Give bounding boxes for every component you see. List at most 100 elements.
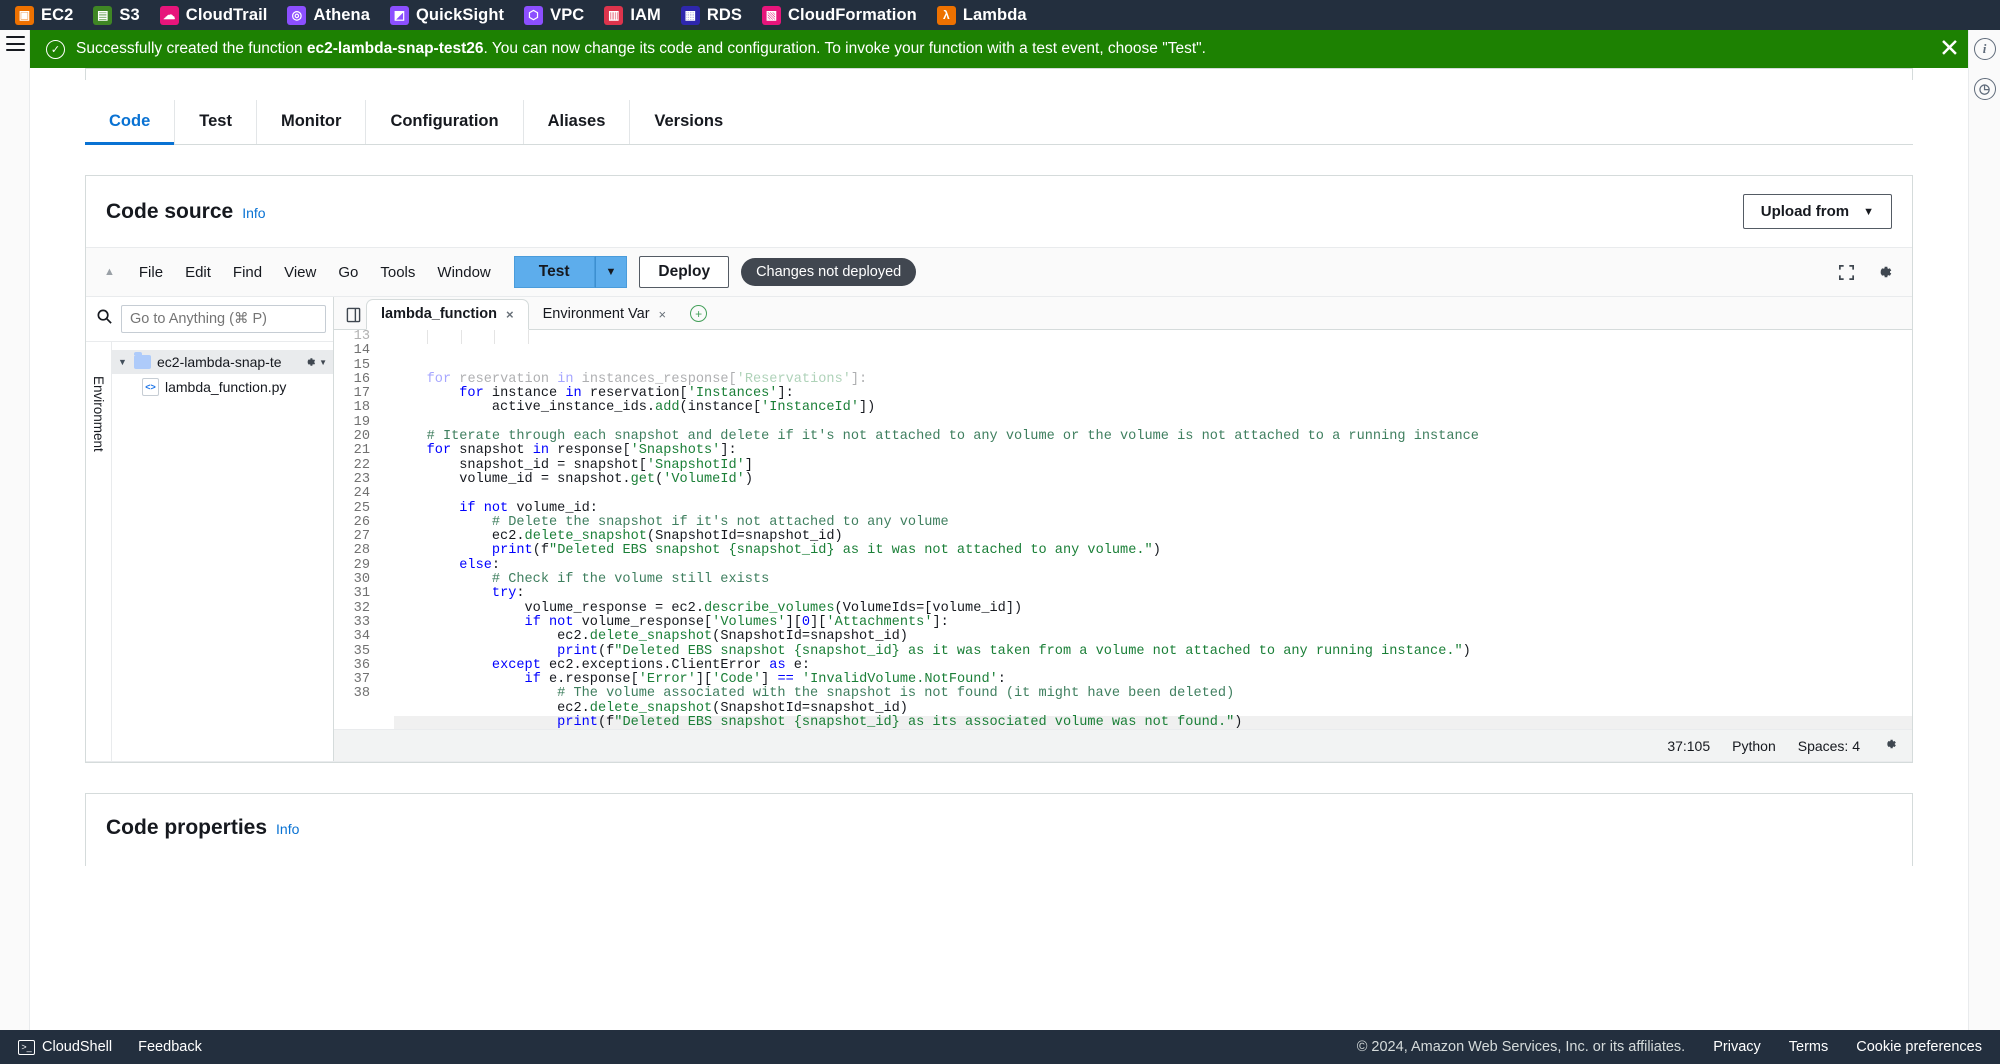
service-link-cloudformation[interactable]: ▧ CloudFormation bbox=[753, 3, 926, 28]
info-panel-icon[interactable]: i bbox=[1973, 38, 1996, 60]
service-link-iam[interactable]: ▥ IAM bbox=[595, 3, 670, 28]
service-link-s3[interactable]: ▤ S3 bbox=[84, 3, 148, 28]
changes-not-deployed-badge: Changes not deployed bbox=[741, 258, 917, 286]
code-line: print(f"Deleted EBS snapshot {snapshot_i… bbox=[394, 715, 1912, 729]
function-overview-card-edge bbox=[85, 68, 1913, 80]
history-clock-icon[interactable]: ◷ bbox=[1973, 78, 1996, 100]
tab-versions[interactable]: Versions bbox=[630, 100, 747, 144]
menu-view[interactable]: View bbox=[273, 259, 327, 286]
line-number: 23 bbox=[353, 471, 370, 487]
line-number: 22 bbox=[353, 457, 370, 473]
line-number: 32 bbox=[353, 600, 370, 616]
service-link-cloudtrail[interactable]: ☁ CloudTrail bbox=[151, 3, 277, 28]
language-mode[interactable]: Python bbox=[1732, 738, 1776, 754]
code-line: print(f"Deleted EBS snapshot {snapshot_i… bbox=[491, 543, 1161, 559]
code-line: ec2.delete_snapshot(SnapshotId=snapshot_… bbox=[394, 700, 908, 716]
line-number: 24 bbox=[353, 486, 370, 502]
banner-function-name: ec2-lambda-snap-test26 bbox=[306, 40, 484, 57]
menu-find[interactable]: Find bbox=[222, 259, 273, 286]
folder-label: ec2-lambda-snap-te bbox=[157, 354, 282, 370]
code-properties-info-link[interactable]: Info bbox=[276, 821, 299, 837]
menu-edit[interactable]: Edit bbox=[174, 259, 222, 286]
cloudshell-icon: >_ bbox=[18, 1039, 35, 1055]
code-line: volume_response = ec2.describe_volumes(V… bbox=[394, 600, 1023, 616]
tab-configuration[interactable]: Configuration bbox=[366, 100, 524, 144]
code-text[interactable]: for reservation in instances_response['R… bbox=[394, 330, 1912, 729]
code-source-info-link[interactable]: Info bbox=[242, 205, 265, 221]
line-number: 28 bbox=[353, 543, 370, 559]
check-icon: ✓ bbox=[46, 39, 65, 59]
code-line: snapshot_id = snapshot['SnapshotId'] bbox=[394, 457, 753, 473]
tree-file-node[interactable]: <> lambda_function.py bbox=[112, 374, 333, 400]
cloudtrail-icon: ☁ bbox=[159, 5, 179, 25]
gear-icon[interactable] bbox=[1882, 736, 1898, 755]
add-tab-icon[interactable]: + bbox=[690, 305, 708, 322]
tab-test[interactable]: Test bbox=[175, 100, 257, 144]
lambda-icon: λ bbox=[936, 5, 956, 25]
right-side-rail: i ◷ bbox=[1968, 30, 2000, 1030]
close-icon[interactable]: ✕ bbox=[1939, 36, 1960, 62]
environment-side-label: Environment bbox=[86, 342, 112, 761]
privacy-link[interactable]: Privacy bbox=[1713, 1039, 1761, 1055]
menu-go[interactable]: Go bbox=[327, 259, 369, 286]
line-number: 29 bbox=[353, 557, 370, 573]
line-number: 25 bbox=[353, 500, 370, 516]
tab-aliases[interactable]: Aliases bbox=[524, 100, 631, 144]
tab-monitor[interactable]: Monitor bbox=[257, 100, 367, 144]
code-editor: Environment ▼ ec2-lambda-snap-te bbox=[86, 297, 1912, 762]
fullscreen-icon[interactable] bbox=[1837, 263, 1856, 282]
line-number: 21 bbox=[353, 443, 370, 459]
service-link-athena[interactable]: ◎ Athena bbox=[278, 3, 379, 28]
code-properties-title: Code properties bbox=[106, 816, 268, 839]
terms-link[interactable]: Terms bbox=[1789, 1039, 1828, 1055]
menu-file[interactable]: File bbox=[128, 259, 174, 286]
search-icon[interactable] bbox=[96, 308, 113, 330]
vpc-icon: ⬡ bbox=[524, 5, 544, 25]
service-link-rds[interactable]: ▦ RDS bbox=[672, 3, 751, 28]
test-dropdown-arrow[interactable]: ▼ bbox=[594, 256, 628, 288]
service-link-vpc[interactable]: ⬡ VPC bbox=[515, 3, 593, 28]
search-input[interactable] bbox=[121, 305, 326, 333]
banner-message: Successfully created the function ec2-la… bbox=[76, 40, 1206, 58]
aws-service-bar: ▣ EC2 ▤ S3 ☁ CloudTrail ◎ Athena ◩ QuickSight ⬡ VPC… bbox=[0, 0, 2000, 30]
collapse-panel-icon[interactable]: ▲ bbox=[98, 266, 128, 278]
service-link-ec2[interactable]: ▣ EC2 bbox=[6, 3, 82, 28]
code-scroll-area[interactable]: 13 14 15 16 17 18 19 20 21 22 23 24 25 26 27 28 29 30 31 32… bbox=[334, 330, 1912, 729]
quicksight-icon: ◩ bbox=[390, 5, 409, 25]
line-number: 19 bbox=[353, 414, 370, 430]
close-icon[interactable]: × bbox=[506, 307, 514, 322]
service-link-lambda[interactable]: λ Lambda bbox=[928, 3, 1036, 28]
service-label: Athena bbox=[313, 5, 370, 24]
test-button[interactable]: Test bbox=[513, 256, 595, 288]
cloudshell-button[interactable]: >_ CloudShell bbox=[18, 1039, 112, 1055]
editor-status-bar: 37:105 Python Spaces: 4 bbox=[334, 729, 1912, 761]
close-icon[interactable]: × bbox=[659, 307, 667, 322]
feedback-link[interactable]: Feedback bbox=[138, 1039, 202, 1055]
chevron-down-icon[interactable]: ▼ bbox=[118, 357, 128, 367]
cookie-preferences-link[interactable]: Cookie preferences bbox=[1856, 1039, 1982, 1055]
banner-prefix: Successfully created the function bbox=[76, 40, 307, 57]
gear-icon[interactable] bbox=[1874, 262, 1894, 282]
editor-tab-environment-var[interactable]: Environment Var × bbox=[529, 300, 681, 329]
rds-icon: ▦ bbox=[680, 5, 700, 25]
menu-tools[interactable]: Tools bbox=[369, 259, 426, 286]
success-notification-banner: ✓ Successfully created the function ec2-… bbox=[30, 30, 2000, 68]
line-number: 20 bbox=[353, 429, 370, 445]
code-line: for instance in reservation['Instances']… bbox=[459, 386, 794, 402]
page-footer: >_ CloudShell Feedback © 2024, Amazon We… bbox=[0, 1030, 2000, 1064]
split-pane-icon[interactable] bbox=[340, 307, 366, 329]
service-link-quicksight[interactable]: ◩ QuickSight bbox=[381, 3, 513, 28]
folder-gear-icon[interactable]: ▼ bbox=[303, 355, 327, 369]
editor-tab-lambda-function[interactable]: lambda_function × bbox=[366, 299, 529, 330]
tab-code[interactable]: Code bbox=[85, 100, 176, 145]
service-label: QuickSight bbox=[416, 5, 505, 24]
deploy-button[interactable]: Deploy bbox=[639, 256, 730, 288]
tree-folder-node[interactable]: ▼ ec2-lambda-snap-te ▼ bbox=[112, 350, 333, 374]
menu-hamburger-icon[interactable] bbox=[6, 36, 25, 51]
indent-setting[interactable]: Spaces: 4 bbox=[1798, 738, 1860, 754]
menu-window[interactable]: Window bbox=[426, 259, 501, 286]
code-line: if not volume_id: bbox=[459, 500, 598, 516]
folder-icon bbox=[134, 352, 151, 369]
upload-from-button[interactable]: Upload from ▼ bbox=[1742, 194, 1892, 229]
